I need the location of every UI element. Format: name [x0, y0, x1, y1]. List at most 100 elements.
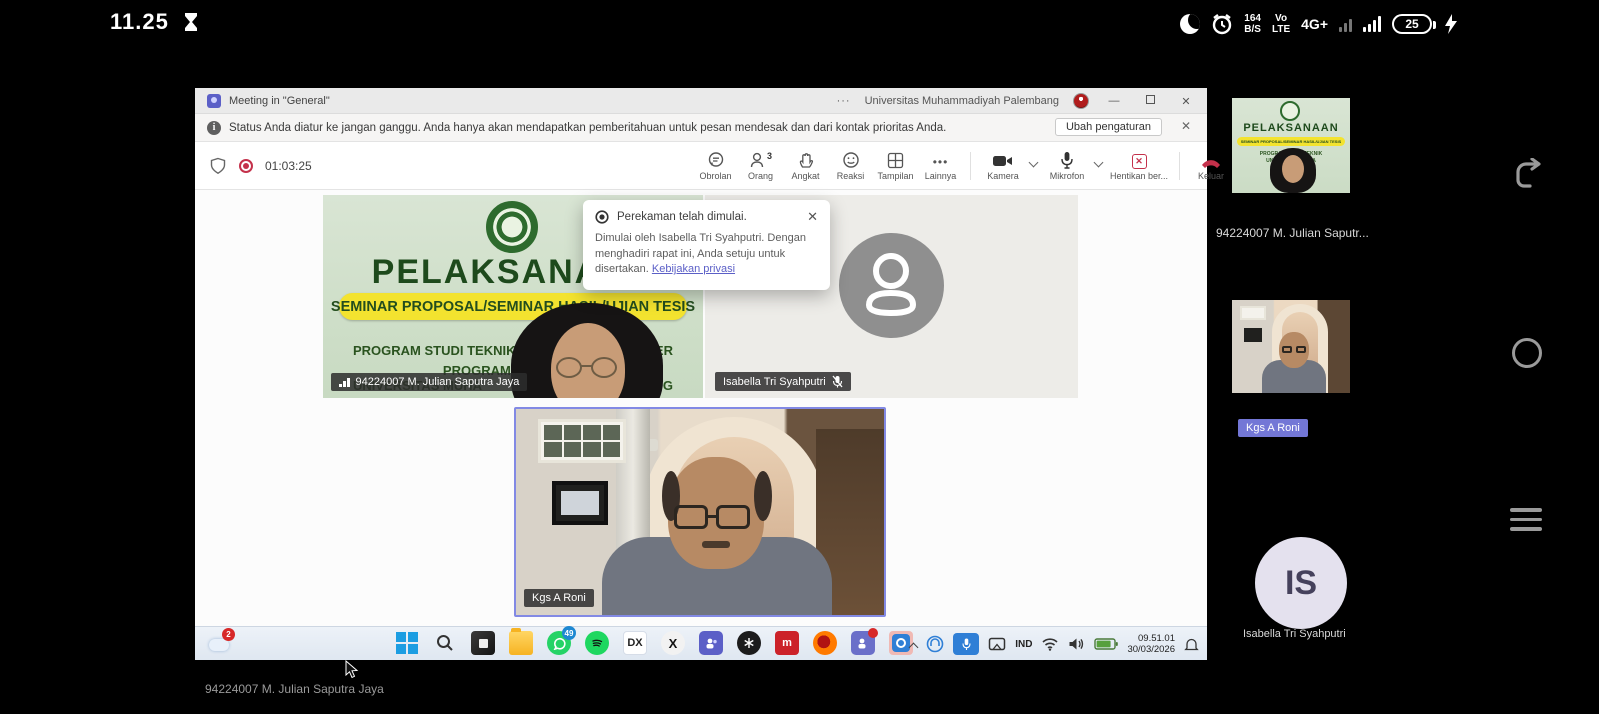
university-logo-icon: [486, 201, 538, 253]
teams-window-titlebar: Meeting in "General" ··· Universitas Muh…: [195, 88, 1207, 114]
more-dots-icon: •••: [933, 151, 949, 169]
close-window-button[interactable]: ✕: [1175, 95, 1197, 108]
meeting-toolbar: 01:03:25 Obrolan 3 Orang: [195, 142, 1207, 190]
x-app-icon[interactable]: X: [661, 631, 685, 655]
maximize-button[interactable]: [1139, 95, 1161, 107]
volte-indicator: Vo LTE: [1272, 13, 1290, 35]
privacy-policy-link[interactable]: Kebijakan privasi: [652, 263, 735, 275]
leave-button[interactable]: Keluar: [1187, 151, 1235, 181]
record-icon: [595, 210, 609, 224]
signal-sim2-icon: [1363, 16, 1381, 32]
microphone-button[interactable]: Mikrofon: [1041, 151, 1093, 181]
sidebar-label-isabella: Isabella Tri Syahputri: [1243, 628, 1346, 640]
info-icon: i: [207, 121, 221, 135]
camera-options-chevron-icon[interactable]: [1029, 157, 1039, 167]
window-title: Meeting in "General": [229, 95, 330, 107]
microphone-icon: [1060, 151, 1074, 169]
reactions-button[interactable]: Reaksi: [828, 151, 873, 181]
participant-tile-roni-active-speaker[interactable]: Kgs A Roni: [514, 407, 886, 617]
dnd-banner-text: Status Anda diatur ke jangan ganggu. And…: [229, 122, 946, 134]
more-button[interactable]: ••• Lainnya: [918, 151, 963, 181]
notifications-tray-icon[interactable]: [1184, 637, 1199, 652]
toast-body: Dimulai oleh Isabella Tri Syahputri. Den…: [595, 231, 818, 278]
charging-icon: [1443, 13, 1459, 35]
hourglass-icon: [183, 12, 199, 34]
view-button[interactable]: Tampilan: [873, 151, 918, 181]
weather-badge: 2: [222, 628, 235, 641]
notification-dot: [868, 628, 878, 638]
presenter-glasses: [591, 357, 617, 378]
shared-screen-desktop: Meeting in "General" ··· Universitas Muh…: [195, 88, 1207, 660]
orange-app-icon[interactable]: [813, 631, 837, 655]
windows-taskbar: 2 49 DX X: [195, 626, 1207, 660]
raise-hand-icon: [797, 151, 815, 169]
snip-tray-icon[interactable]: [988, 636, 1006, 652]
sidebar-video-roni[interactable]: [1232, 300, 1350, 393]
stop-sharing-icon: ✕: [1132, 151, 1147, 169]
chat-button[interactable]: Obrolan: [693, 151, 738, 181]
participant-name-badge: Kgs A Roni: [524, 589, 594, 607]
mic-in-use-tray-icon[interactable]: [953, 633, 979, 655]
alarm-icon: [1211, 13, 1233, 35]
toolbar-divider: [1179, 152, 1180, 180]
titlebar-more-button[interactable]: ···: [837, 95, 851, 107]
recording-started-toast: Perekaman telah dimulai. ✕ Dimulai oleh …: [583, 200, 830, 290]
whatsapp-icon[interactable]: 49: [547, 631, 571, 655]
roni-glasses: [674, 505, 708, 529]
photos-app-icon[interactable]: [471, 631, 495, 655]
headset-tray-icon[interactable]: [926, 635, 944, 653]
m-app-icon[interactable]: m: [775, 631, 799, 655]
battery-indicator: 25: [1392, 14, 1432, 34]
sidebar-avatar-isabella[interactable]: IS: [1255, 537, 1347, 629]
clock-text: 11.25: [110, 9, 169, 35]
smiley-icon: [842, 151, 860, 169]
nav-recents-button[interactable]: [1510, 508, 1542, 531]
toolbar-divider: [970, 152, 971, 180]
roni-glasses: [716, 505, 750, 529]
battery-tray-icon[interactable]: [1094, 637, 1118, 651]
spotify-icon[interactable]: [585, 631, 609, 655]
network-rate: 164 B/S: [1244, 13, 1261, 35]
nav-back-button[interactable]: [1508, 158, 1546, 192]
change-settings-button[interactable]: Ubah pengaturan: [1055, 118, 1162, 136]
dx-app-icon[interactable]: DX: [623, 631, 647, 655]
sidebar-video-julian[interactable]: PELAKSANAAN SEMINAR PROPOSAL/SEMINAR HAS…: [1232, 98, 1350, 193]
keyboard-language[interactable]: IND: [1015, 639, 1032, 650]
chat-icon: [707, 151, 725, 169]
camera-icon: [992, 151, 1014, 169]
system-clock[interactable]: 09.51.01 30/03/2026: [1127, 633, 1175, 655]
grid-view-icon: [887, 151, 904, 169]
file-explorer-icon[interactable]: [509, 631, 533, 655]
tray-expand-chevron-icon[interactable]: [909, 642, 919, 652]
nav-home-button[interactable]: [1512, 338, 1542, 368]
status-icons: 164 B/S Vo LTE 4G+ 25: [1180, 6, 1459, 42]
wifi-icon[interactable]: [1041, 637, 1059, 651]
photo-frame: [538, 419, 626, 463]
phone-status-bar: 11.25 164 B/S Vo LTE 4G+: [0, 0, 1599, 48]
search-icon[interactable]: [433, 631, 457, 655]
account-name: Universitas Muhammadiyah Palembang: [865, 95, 1059, 107]
close-toast-button[interactable]: ✕: [807, 209, 818, 225]
account-avatar[interactable]: [1073, 93, 1089, 109]
mic-muted-icon: [832, 375, 843, 388]
volume-icon[interactable]: [1068, 637, 1085, 651]
weather-widget[interactable]: 2: [207, 631, 231, 655]
university-logo-icon: [1280, 101, 1300, 121]
signal-sim1-icon: [1339, 16, 1352, 32]
presenter-glasses: [556, 357, 582, 378]
chatgpt-icon[interactable]: [737, 631, 761, 655]
stop-sharing-button[interactable]: ✕ Hentikan ber...: [1106, 151, 1172, 181]
microphone-options-chevron-icon[interactable]: [1094, 157, 1104, 167]
do-not-disturb-icon: [1180, 14, 1200, 34]
teams-taskbar-icon[interactable]: [699, 631, 723, 655]
people-button[interactable]: 3 Orang: [738, 151, 783, 181]
meeting-stage: PELAKSANAAN SEMINAR PROPOSAL/SEMINAR HAS…: [195, 190, 1207, 626]
camera-button[interactable]: Kamera: [978, 151, 1028, 181]
dismiss-banner-button[interactable]: ✕: [1181, 119, 1191, 133]
start-button[interactable]: [395, 631, 419, 655]
raise-hand-button[interactable]: Angkat: [783, 151, 828, 181]
toast-title: Perekaman telah dimulai.: [617, 211, 747, 223]
person-silhouette-icon: [839, 233, 944, 338]
teams-call-icon[interactable]: [851, 631, 875, 655]
minimize-button[interactable]: —: [1103, 95, 1125, 107]
